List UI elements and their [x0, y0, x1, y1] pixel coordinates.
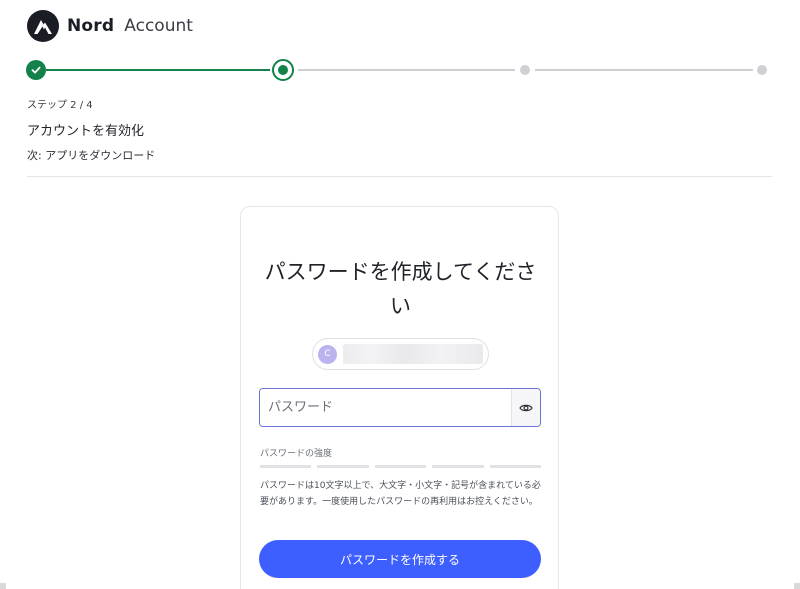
create-password-card: パスワードを作成してください C パスワードの強度 パスワードは10文字以上で、…	[240, 206, 559, 589]
eye-icon	[519, 404, 533, 411]
window-corner	[794, 583, 800, 589]
password-input[interactable]	[260, 389, 511, 426]
step-connector-done	[46, 69, 270, 71]
step-4-pending-icon	[757, 65, 767, 75]
step-connector-pending	[535, 69, 753, 71]
strength-label: パスワードの強度	[260, 449, 333, 459]
create-password-button[interactable]: パスワードを作成する	[259, 540, 541, 578]
strength-segment	[374, 465, 427, 468]
strength-segment	[260, 465, 312, 468]
strength-meter	[260, 465, 542, 468]
email-redacted	[343, 344, 483, 364]
divider	[27, 176, 772, 177]
step-info: ステップ 2 / 4 アカウントを有効化 次: アプリをダウンロード	[27, 96, 155, 163]
progress-stepper	[26, 59, 772, 81]
step-2-current-icon	[272, 59, 294, 81]
brand-name: Nord	[67, 16, 115, 36]
avatar: C	[318, 344, 337, 364]
step-connector-pending	[298, 69, 515, 71]
strength-segment	[489, 465, 542, 468]
next-step-label: 次: アプリをダウンロード	[27, 149, 156, 162]
app-header: Nord Account	[27, 10, 193, 42]
step-1-complete-icon	[26, 60, 46, 80]
step-title: アカウントを有効化	[27, 124, 145, 139]
account-email-pill: C	[312, 338, 489, 370]
strength-segment	[432, 465, 484, 468]
password-field	[259, 388, 541, 427]
step-count: ステップ 2 / 4	[27, 100, 93, 111]
step-3-pending-icon	[520, 65, 530, 75]
password-requirements: パスワードは10文字以上で、大文字・小文字・記号が含まれている必要があります。一…	[260, 481, 541, 507]
toggle-visibility-button[interactable]	[511, 389, 540, 426]
brand-subtitle: Account	[124, 16, 193, 36]
card-title: パスワードを作成してください	[264, 260, 537, 318]
window-corner	[0, 583, 6, 589]
strength-segment	[317, 465, 369, 468]
nord-logo-icon[interactable]	[27, 10, 59, 42]
